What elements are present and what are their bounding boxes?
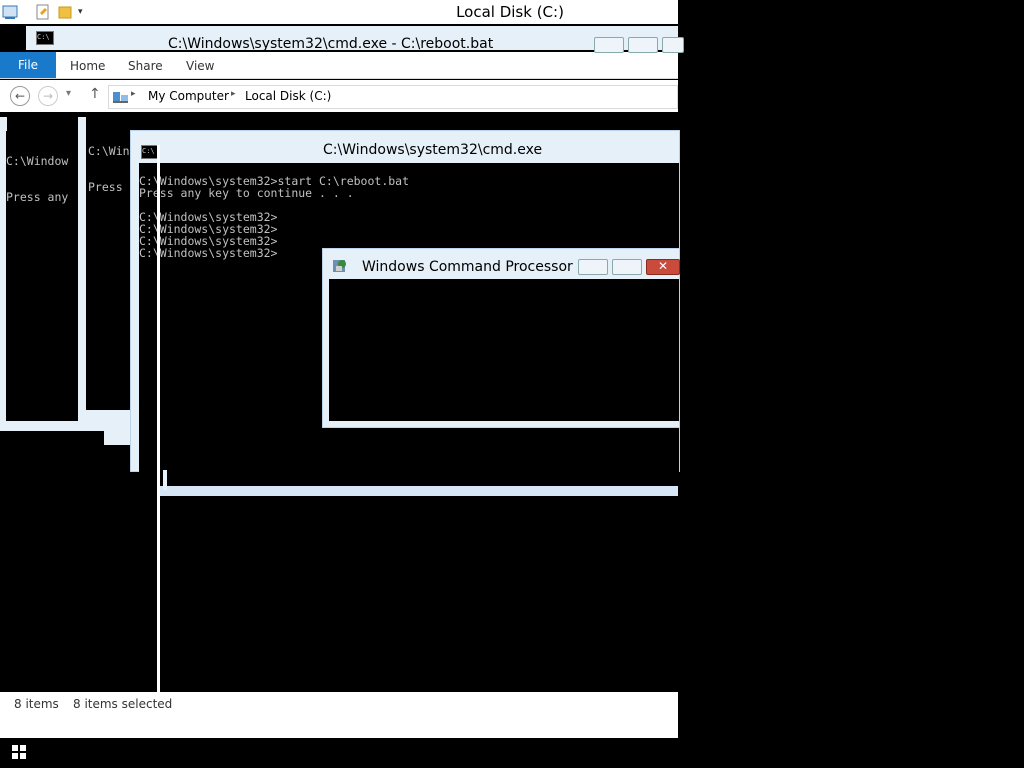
tab-file[interactable]: File bbox=[0, 52, 56, 78]
new-folder-icon[interactable] bbox=[58, 4, 72, 20]
cmd-back-title: C:\Windows\system32\cmd.exe - C:\reboot.… bbox=[168, 36, 494, 52]
close-button[interactable] bbox=[662, 37, 684, 53]
cmd-back-title-bar: C:\ C:\Windows\system32\cmd.exe - C:\reb… bbox=[26, 26, 684, 53]
tab-home[interactable]: Home bbox=[70, 52, 105, 78]
system-menu-icon[interactable] bbox=[2, 4, 18, 20]
window-border bbox=[0, 421, 134, 431]
properties-icon[interactable] bbox=[36, 4, 50, 20]
breadcrumb-local-disk[interactable]: Local Disk (C:) bbox=[245, 89, 331, 103]
dialog-content-area bbox=[329, 279, 679, 421]
minimize-button[interactable] bbox=[578, 259, 608, 275]
console-line: Press bbox=[88, 180, 123, 194]
taskbar bbox=[0, 738, 1024, 768]
selection-count: 8 items selected bbox=[73, 697, 173, 711]
maximize-button[interactable] bbox=[628, 37, 658, 53]
windows-command-processor-dialog: Windows Command Processor ✕ bbox=[322, 248, 680, 428]
recent-locations-chevron-icon[interactable]: ▾ bbox=[66, 88, 71, 99]
item-count: 8 items bbox=[14, 697, 59, 711]
window-border bbox=[157, 145, 160, 692]
breadcrumb-my-computer[interactable]: My Computer bbox=[148, 89, 229, 103]
tab-view[interactable]: View bbox=[186, 52, 214, 78]
status-bar: 8 items 8 items selected bbox=[0, 692, 678, 716]
up-arrow-icon[interactable]: ↑ bbox=[89, 86, 101, 102]
window-border bbox=[78, 117, 86, 423]
explorer-title: Local Disk (C:) bbox=[456, 3, 564, 21]
tab-share[interactable]: Share bbox=[128, 52, 163, 78]
ribbon-tabs: File Home Share View bbox=[0, 52, 678, 79]
window-border bbox=[158, 486, 678, 496]
maximize-button[interactable] bbox=[612, 259, 642, 275]
console-line: C:\Window bbox=[6, 154, 69, 168]
window-border bbox=[86, 410, 134, 421]
back-arrow-icon[interactable]: ← bbox=[10, 86, 30, 106]
forward-arrow-icon[interactable]: → bbox=[38, 86, 58, 106]
cmd-leftmost-console: C:\Window Press any bbox=[6, 131, 78, 421]
app-icon bbox=[331, 257, 349, 278]
windows-logo-icon[interactable] bbox=[12, 745, 26, 759]
console-line: Press any bbox=[6, 190, 69, 204]
console-line: C:\Windows\system32>start C:\reboot.bat bbox=[88, 144, 134, 158]
address-input[interactable]: ▸ My Computer ▸ Local Disk (C:) bbox=[108, 85, 678, 109]
breadcrumb-separator-icon: ▸ bbox=[131, 89, 136, 99]
explorer-title-bar: ▾ Local Disk (C:) bbox=[0, 0, 678, 24]
close-button[interactable]: ✕ bbox=[646, 259, 680, 275]
customize-qat-chevron-icon[interactable]: ▾ bbox=[78, 4, 92, 20]
minimize-button[interactable] bbox=[594, 37, 624, 53]
dialog-title: Windows Command Processor bbox=[362, 259, 573, 275]
address-bar: ← → ▾ ↑ ▸ My Computer ▸ Local Disk (C:) bbox=[0, 80, 678, 112]
cmd-front-title: C:\Windows\system32\cmd.exe bbox=[323, 142, 543, 158]
breadcrumb-separator-icon: ▸ bbox=[231, 89, 236, 99]
computer-icon bbox=[112, 89, 130, 108]
status-bar-padding bbox=[0, 716, 678, 738]
close-icon: ✕ bbox=[658, 259, 669, 273]
cmd-icon: C:\ bbox=[36, 31, 54, 45]
cmd-back-console: C:\Windows\system32>start C:\reboot.bat … bbox=[86, 121, 134, 411]
window-border bbox=[163, 470, 167, 490]
